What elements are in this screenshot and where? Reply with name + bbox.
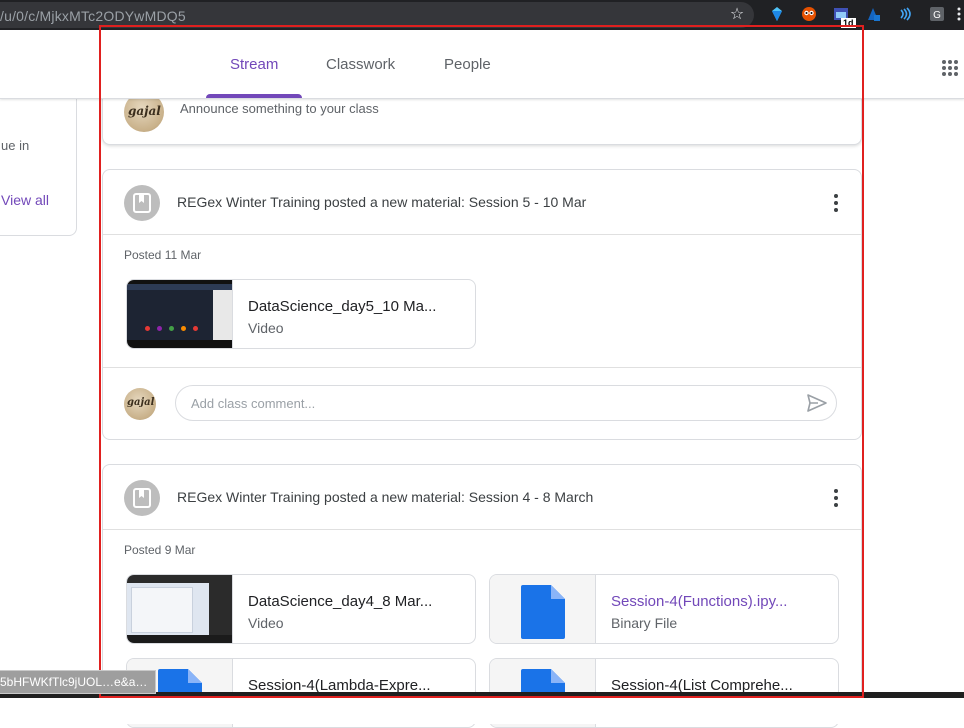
address-bar[interactable]: /u/0/c/MjkxMTc2ODYwMDQ5 ☆	[0, 2, 754, 28]
post-header[interactable]: REGex Winter Training posted a new mater…	[103, 170, 861, 235]
bottom-area	[0, 692, 964, 724]
attachment-card[interactable]: DataScience_day5_10 Ma... Video	[126, 279, 476, 349]
attachment-type: Video	[248, 320, 284, 336]
active-tab-indicator	[206, 94, 302, 98]
material-icon	[124, 185, 160, 221]
wifi-extension-icon[interactable]	[897, 6, 913, 22]
status-link-preview: 5bHFWKfTlc9jUOL…e&a…	[0, 670, 157, 694]
url-text[interactable]: /u/0/c/MjkxMTc2ODYwMDQ5	[0, 8, 186, 24]
comment-row: gajal Add class comment...	[103, 367, 861, 440]
attachment-card[interactable]: DataScience_day4_8 Mar... Video	[126, 574, 476, 644]
send-icon[interactable]	[806, 393, 828, 413]
posted-date: Posted 11 Mar	[124, 248, 202, 262]
more-menu-icon[interactable]	[955, 6, 963, 22]
svg-text:G: G	[933, 10, 941, 21]
avatar: gajal	[124, 388, 156, 420]
attachment-name[interactable]: Session-4(Functions).ipy...	[611, 593, 826, 610]
upcoming-card: ue in View all	[0, 90, 77, 236]
view-all-link[interactable]: View all	[1, 192, 49, 208]
video-thumbnail	[127, 280, 233, 348]
stream-post: REGex Winter Training posted a new mater…	[102, 464, 862, 728]
owl-extension-icon[interactable]	[801, 6, 817, 22]
attachment-type: Binary File	[611, 615, 678, 631]
gem-extension-icon[interactable]	[769, 6, 785, 22]
attachment-type: Video	[248, 615, 284, 631]
stream-post: REGex Winter Training posted a new mater…	[102, 169, 862, 440]
bookmark-star-icon[interactable]: ☆	[728, 6, 746, 24]
post-title[interactable]: REGex Winter Training posted a new mater…	[177, 489, 593, 505]
grammarly-extension-icon[interactable]: G	[929, 6, 945, 22]
post-options-icon[interactable]	[832, 489, 840, 507]
announce-placeholder[interactable]: Announce something to your class	[180, 101, 379, 116]
class-comment-input[interactable]: Add class comment...	[175, 385, 837, 421]
file-thumbnail	[490, 575, 596, 643]
bitwarden-extension-icon[interactable]	[865, 6, 881, 22]
attachment-card[interactable]: Session-4(Functions).ipy... Binary File	[489, 574, 839, 644]
extension-badge: 1d	[841, 18, 856, 28]
apps-grid-icon[interactable]	[940, 58, 960, 78]
attachment-name[interactable]: DataScience_day4_8 Mar...	[248, 593, 463, 610]
attachment-name[interactable]: DataScience_day5_10 Ma...	[248, 298, 463, 315]
tab-people[interactable]: People	[444, 56, 491, 73]
material-icon	[124, 480, 160, 516]
tab-stream[interactable]: Stream	[230, 56, 278, 73]
tab-classwork[interactable]: Classwork	[326, 56, 395, 73]
post-title[interactable]: REGex Winter Training posted a new mater…	[177, 194, 586, 210]
browser-toolbar: /u/0/c/MjkxMTc2ODYwMDQ5 ☆ 1d G	[0, 0, 964, 30]
file-icon	[521, 585, 565, 639]
comment-placeholder[interactable]: Add class comment...	[191, 396, 315, 411]
video-thumbnail	[127, 575, 233, 643]
class-header: Stream Classwork People	[0, 30, 964, 99]
post-options-icon[interactable]	[832, 194, 840, 212]
posted-date: Posted 9 Mar	[124, 543, 196, 557]
upcoming-due-text: ue in	[1, 138, 30, 153]
post-header[interactable]: REGex Winter Training posted a new mater…	[103, 465, 861, 530]
